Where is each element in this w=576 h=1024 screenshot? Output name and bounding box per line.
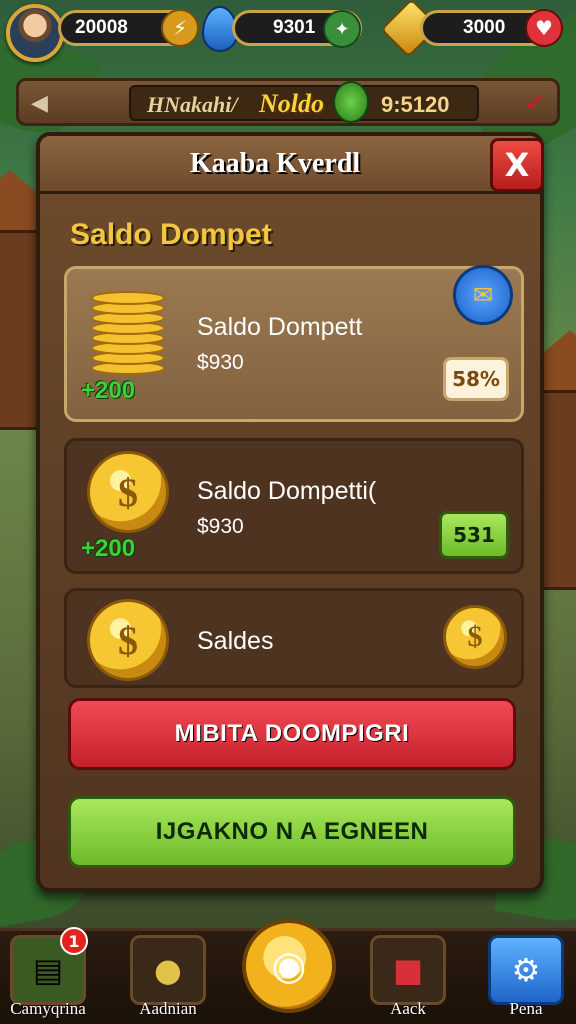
top-bar: 20008 ⚡ 9301 ✦ 3000 ♥ bbox=[0, 0, 576, 62]
section-title: Saldo Dompet bbox=[70, 218, 272, 251]
card-1-tag[interactable]: 58% bbox=[443, 357, 509, 401]
secondary-action-button[interactable]: IJGAKNO N A EGNEEN bbox=[68, 796, 516, 868]
nav-label-settings: Pena bbox=[509, 999, 543, 1018]
nav-label-pack: Aack bbox=[390, 999, 426, 1018]
nav-item-adventure[interactable]: ● Aadnian bbox=[122, 931, 214, 1024]
card-1-bonus: +200 bbox=[81, 377, 136, 404]
currency-gold-value: 3000 bbox=[463, 17, 506, 38]
currency-gem-pill[interactable]: 9301 ✦ bbox=[232, 10, 362, 48]
sack-icon: ● bbox=[130, 935, 206, 1005]
card-2-tag[interactable]: 531 bbox=[439, 511, 509, 559]
status-bar: ◀ HNakahi/ Noldo 9:5120 ✔ bbox=[16, 78, 560, 126]
dollar-coin-icon: $ bbox=[87, 451, 169, 533]
currency-gold-pill[interactable]: 3000 ♥ bbox=[420, 9, 563, 47]
coin-stack-icon bbox=[91, 289, 171, 379]
leaf-icon: ✦ bbox=[323, 10, 361, 48]
player-avatar[interactable] bbox=[6, 4, 64, 62]
status-value: 9:5120 bbox=[381, 92, 450, 117]
bolt-icon: ⚡ bbox=[161, 9, 199, 47]
wallet-card-2[interactable]: $ +200 Saldo Dompetti( $930 531 bbox=[64, 438, 524, 574]
nav-item-campaign[interactable]: ▤ 1 Camyqrina bbox=[2, 927, 94, 1024]
dollar-coin-icon: $ bbox=[87, 599, 169, 681]
settings-icon: ⚙ bbox=[488, 935, 564, 1005]
primary-action-button[interactable]: MIBITA DOOMPIGRI bbox=[68, 698, 516, 770]
notification-badge: 1 bbox=[60, 927, 88, 955]
status-player-name: HNakahi/ bbox=[147, 92, 238, 117]
status-title: Noldo bbox=[259, 89, 324, 118]
add-currency-icon[interactable]: ♥ bbox=[525, 9, 563, 47]
ticket-badge-icon: ✉ bbox=[453, 265, 513, 325]
nav-item-pack[interactable]: ■ Aack bbox=[362, 931, 454, 1024]
panel-header: Kaaba Kverdl X bbox=[40, 136, 544, 194]
card-3-title: Saldes bbox=[197, 627, 274, 655]
card-1-subtitle: $930 bbox=[197, 351, 244, 374]
wallet-panel: Kaaba Kverdl X Saldo Dompet +200 Saldo D… bbox=[36, 132, 544, 892]
currency-bolt-pill[interactable]: 20008 ⚡ bbox=[58, 9, 199, 47]
panel-title: Kaaba Kverdl bbox=[189, 148, 361, 179]
dollar-coin-small-icon: $ bbox=[443, 605, 507, 669]
status-inner: HNakahi/ Noldo 9:5120 bbox=[129, 81, 479, 123]
wallet-card-3[interactable]: $ Saldes $ bbox=[64, 588, 524, 688]
card-1-title: Saldo Dompett bbox=[197, 313, 363, 341]
gift-box-icon: ■ bbox=[370, 935, 446, 1005]
leaf-badge-icon bbox=[333, 81, 369, 123]
card-2-title: Saldo Dompetti( bbox=[197, 477, 377, 505]
nav-label-adventure: Aadnian bbox=[139, 999, 197, 1018]
nav-label-campaign: Camyqrina bbox=[10, 999, 86, 1018]
coin-center-icon[interactable]: ◉ bbox=[242, 919, 336, 1013]
check-icon[interactable]: ✔ bbox=[525, 89, 545, 117]
wallet-card-1[interactable]: +200 Saldo Dompett $930 ✉ 58% bbox=[64, 265, 524, 422]
currency-gem-value: 9301 bbox=[273, 17, 316, 38]
bottom-nav: ▤ 1 Camyqrina ● Aadnian ◉ ■ Aack ⚙ Pena bbox=[0, 919, 576, 1024]
card-2-subtitle: $930 bbox=[197, 515, 244, 538]
currency-bolt-value: 20008 bbox=[75, 17, 128, 38]
close-button[interactable]: X bbox=[490, 138, 544, 192]
nav-item-settings[interactable]: ⚙ Pena bbox=[480, 931, 572, 1024]
back-arrow-icon[interactable]: ◀ bbox=[31, 91, 48, 116]
card-2-bonus: +200 bbox=[81, 535, 136, 562]
